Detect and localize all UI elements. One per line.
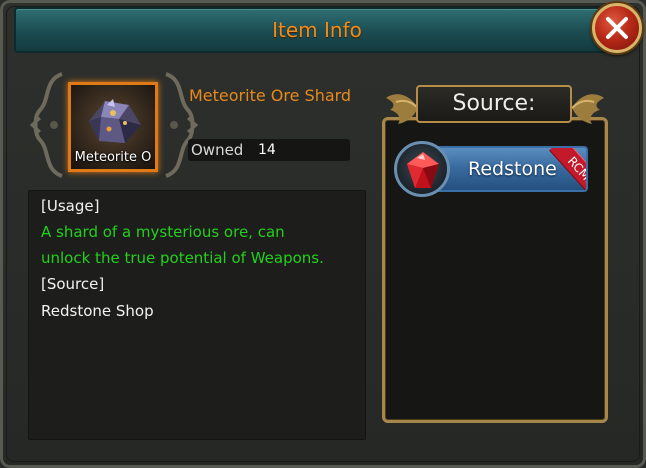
usage-header: [Usage]: [41, 197, 100, 215]
source-text: Redstone Shop: [41, 302, 154, 320]
left-ornament-icon: [30, 72, 63, 178]
owned-label: Owned: [191, 141, 244, 159]
source-entry-redstone[interactable]: Redstone RCMD: [394, 141, 590, 197]
description-panel: [Usage] A shard of a mysterious ore, can…: [28, 190, 366, 440]
red-gem-icon: [407, 152, 439, 188]
source-entry-icon: [394, 141, 450, 197]
close-x-icon: [606, 17, 628, 39]
right-wing-ornament-icon: [571, 94, 604, 124]
meteorite-ore-shard-icon: [89, 99, 141, 143]
owned-count-bar: Owned 14: [188, 139, 350, 161]
item-slot[interactable]: Meteorite O: [68, 82, 158, 172]
item-slot-label: Meteorite O: [74, 150, 152, 165]
close-button[interactable]: [592, 3, 642, 53]
usage-text-line-2: unlock the true potential of Weapons.: [41, 249, 324, 267]
window-header: Item Info: [14, 7, 620, 53]
item-name: Meteorite Ore Shard: [189, 86, 352, 105]
source-header: [Source]: [41, 275, 105, 293]
window-title: Item Info: [272, 18, 362, 42]
source-title: Source:: [452, 91, 536, 116]
owned-value: 14: [258, 142, 276, 158]
left-wing-ornament-icon: [386, 94, 419, 124]
source-title-plate: Source:: [416, 85, 572, 123]
source-entry-label: Redstone: [468, 158, 557, 180]
usage-text-line-1: A shard of a mysterious ore, can: [41, 223, 285, 241]
